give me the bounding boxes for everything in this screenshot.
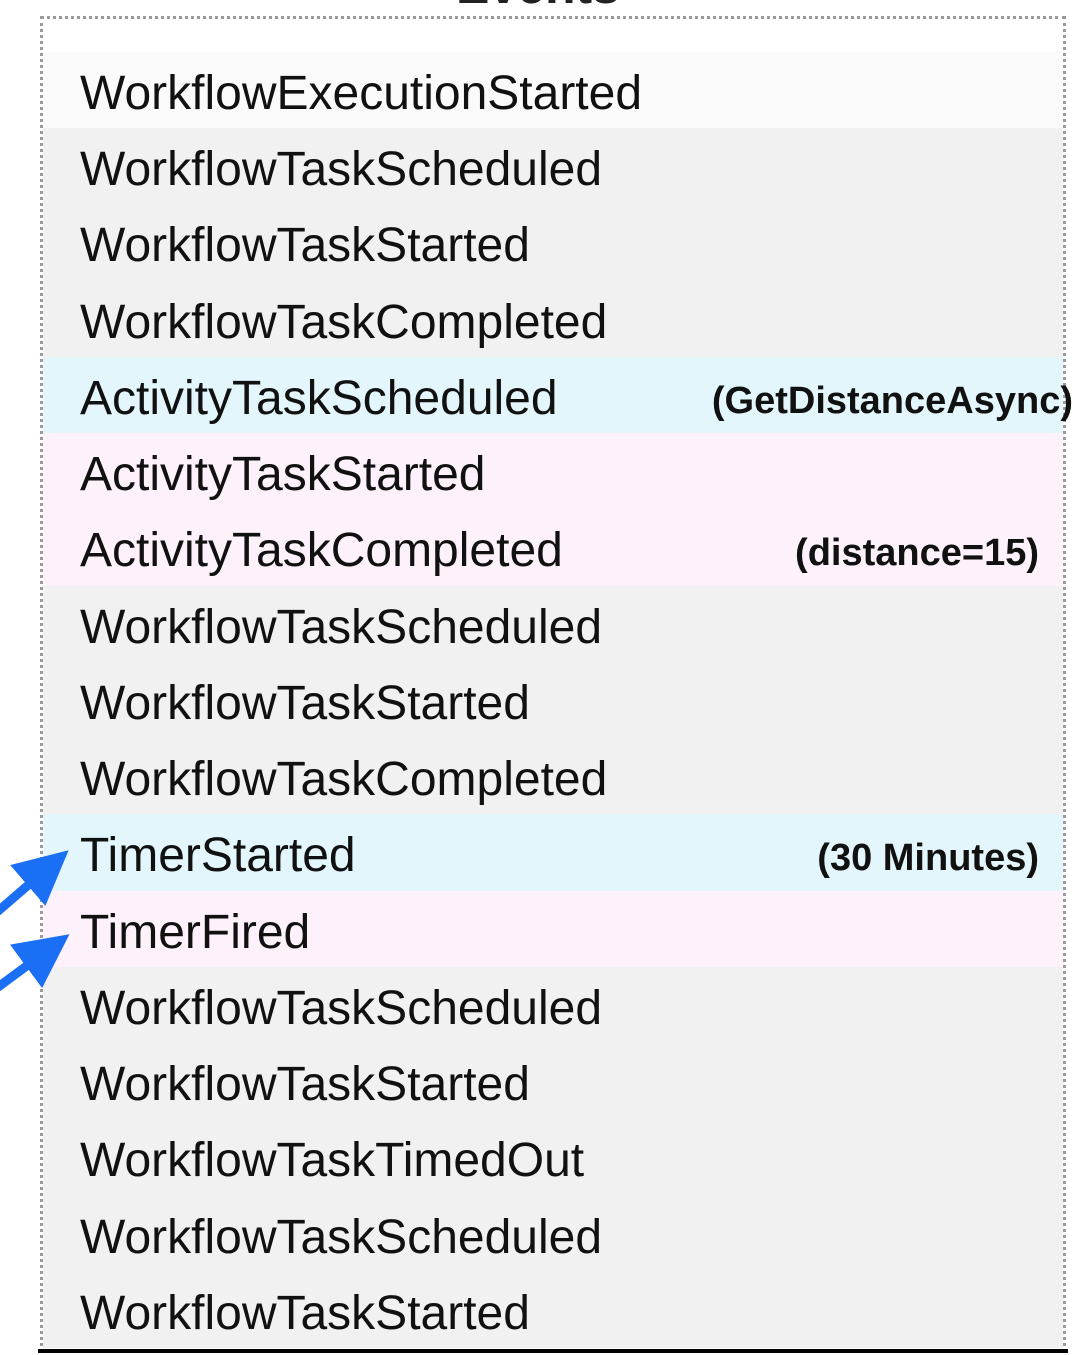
event-label: TimerStarted [80,829,356,883]
event-row: ActivityTaskCompleted (distance=15) [43,509,1063,586]
event-label: WorkflowTaskScheduled [80,981,603,1035]
event-label: WorkflowTaskStarted [80,219,530,273]
event-row: ActivityTaskScheduled (GetDistanceAsync) [43,356,1073,433]
event-label: WorkflowTaskCompleted [80,295,608,349]
event-label: WorkflowTaskScheduled [80,600,603,654]
events-title: Events [0,0,1076,11]
event-label: WorkflowExecutionStarted [80,67,643,120]
event-row: WorkflowTaskStarted [43,661,1063,738]
event-row: WorkflowTaskTimedOut [43,1119,1063,1196]
event-label: WorkflowTaskScheduled [80,1210,603,1264]
event-row: TimerFired [43,890,1063,967]
event-label: ActivityTaskCompleted [80,524,563,578]
event-row: TimerStarted (30 Minutes) [43,814,1063,891]
event-label: WorkflowTaskStarted [80,1058,530,1111]
event-row: WorkflowTaskScheduled [43,966,1063,1043]
event-row: WorkflowTaskScheduled [43,1195,1063,1272]
event-row: WorkflowTaskScheduled [43,128,1063,205]
event-note: (GetDistanceAsync) [711,379,1073,422]
event-label: WorkflowTaskStarted [80,1286,530,1340]
event-row: WorkflowTaskCompleted [43,280,1063,357]
event-label: TimerFired [80,905,311,959]
event-row: ActivityTaskStarted [43,433,1063,510]
event-label: WorkflowTaskTimedOut [80,1134,585,1188]
event-row: WorkflowTaskStarted [43,1271,1063,1348]
event-row: WorkflowExecutionStarted [43,52,1063,128]
event-row: WorkflowTaskCompleted [43,738,1063,815]
event-label: WorkflowTaskScheduled [80,143,603,196]
event-label: WorkflowTaskStarted [80,676,530,730]
event-label: ActivityTaskScheduled [80,371,558,425]
event-row: WorkflowTaskScheduled [43,585,1063,662]
event-note: (30 Minutes) [817,837,1039,880]
history-bottom-rule [38,1349,1068,1353]
event-row: WorkflowTaskStarted [43,204,1063,281]
event-note: (distance=15) [795,532,1039,575]
event-row: WorkflowTaskStarted [43,1043,1063,1120]
event-history-list: WorkflowExecutionStarted WorkflowTaskSche… [43,52,1073,1348]
event-label: ActivityTaskStarted [80,448,486,501]
event-label: WorkflowTaskCompleted [80,753,608,806]
